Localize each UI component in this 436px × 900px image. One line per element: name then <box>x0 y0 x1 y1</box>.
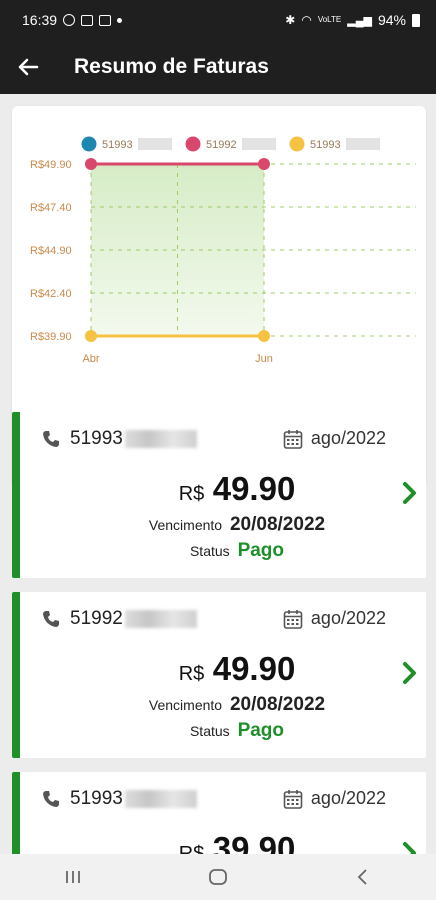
status-label: Status <box>189 723 230 739</box>
invoice-card[interactable]: 51993 ago/2022 R$ 39.90 <box>12 772 426 854</box>
y-tick-label: R$39.90 <box>30 331 72 343</box>
invoice-amount: 39.90 <box>212 830 296 854</box>
bluetooth-icon: ✱ <box>285 13 296 27</box>
legend-marker <box>289 136 305 152</box>
home-icon <box>209 869 227 885</box>
due-label: Vencimento <box>148 517 223 533</box>
home-button[interactable] <box>188 857 248 897</box>
data-point <box>85 158 97 170</box>
invoice-currency: R$ <box>178 483 205 505</box>
data-point <box>85 330 97 342</box>
invoice-card[interactable]: 51993 ago/2022 R$ 49.90 Vencimento 20/08… <box>12 412 426 578</box>
legend-redacted <box>242 138 276 150</box>
phone-redacted <box>124 430 197 448</box>
status-label: Status <box>189 543 230 559</box>
back-icon <box>358 869 367 885</box>
app-bar: Resumo de Faturas <box>0 40 436 94</box>
chevron-right-icon[interactable] <box>400 480 420 506</box>
back-button[interactable] <box>0 40 56 94</box>
legend-label: 51993 <box>310 139 341 151</box>
y-tick-label: R$49.90 <box>30 159 72 171</box>
signal-icon: ▂▄▆ <box>347 14 372 27</box>
invoice-card[interactable]: 51992 ago/2022 R$ 49.90 Vencimento 20/08… <box>12 592 426 758</box>
content-area[interactable]: 51993 51992 51993 R$49.90 R$47.40 R$44.90 R$42… <box>0 94 436 854</box>
phone-icon <box>43 611 59 627</box>
x-tick-label: Abr <box>82 353 99 365</box>
invoice-currency: R$ <box>178 843 205 854</box>
calendar-icon <box>283 789 303 809</box>
invoice-month: ago/2022 <box>310 428 386 448</box>
battery-percent: 94% <box>377 12 406 28</box>
chevron-right-icon[interactable] <box>400 660 420 686</box>
gallery-notification-icon <box>81 14 94 26</box>
invoice-phone: 51992 <box>70 608 123 629</box>
status-badge: Pago <box>237 720 285 741</box>
more-notifications-icon <box>117 17 123 23</box>
phone-icon <box>43 791 59 807</box>
legend-redacted <box>138 138 172 150</box>
mail-notification-icon <box>99 14 112 26</box>
invoice-month: ago/2022 <box>310 608 386 628</box>
recent-apps-button[interactable] <box>43 857 103 897</box>
due-date: 20/08/2022 <box>229 514 326 535</box>
data-point <box>258 158 270 170</box>
data-point <box>258 330 270 342</box>
phone-redacted <box>124 610 197 628</box>
system-back-button[interactable] <box>333 857 393 897</box>
volte-label: VoLTE <box>317 15 342 24</box>
arrow-left-icon <box>18 58 39 76</box>
system-nav-bar <box>0 854 436 900</box>
battery-icon <box>412 13 420 27</box>
y-tick-label: R$44.90 <box>30 245 72 257</box>
invoice-amount: 49.90 <box>212 650 296 687</box>
status-bar: 16:39 ✱ ◠ VoLTE ▂▄▆ 94% <box>0 0 436 40</box>
legend-marker <box>185 136 201 152</box>
legend-label: 51993 <box>102 139 133 151</box>
due-label: Vencimento <box>148 697 223 713</box>
recent-apps-icon <box>65 871 80 883</box>
chevron-right-icon[interactable] <box>400 840 420 854</box>
invoice-amount: 49.90 <box>212 470 296 507</box>
page-title: Resumo de Faturas <box>74 55 269 78</box>
invoice-currency: R$ <box>178 663 205 685</box>
status-badge: Pago <box>237 540 285 561</box>
legend-redacted <box>346 138 380 150</box>
phone-redacted <box>124 790 197 808</box>
x-tick-label: Jun <box>255 353 273 365</box>
phone-icon <box>43 431 59 447</box>
app-notification-icon <box>63 14 76 26</box>
due-date: 20/08/2022 <box>229 694 326 715</box>
calendar-icon <box>283 429 303 449</box>
wifi-icon: ◠ <box>301 13 312 27</box>
invoice-phone: 51993 <box>70 428 123 449</box>
y-tick-label: R$47.40 <box>30 202 72 214</box>
y-tick-label: R$42.40 <box>30 288 72 300</box>
legend-label: 51992 <box>206 139 237 151</box>
clock: 16:39 <box>22 12 58 28</box>
legend-marker <box>81 136 97 152</box>
calendar-icon <box>283 609 303 629</box>
invoice-phone: 51993 <box>70 788 123 809</box>
invoice-month: ago/2022 <box>310 788 386 808</box>
